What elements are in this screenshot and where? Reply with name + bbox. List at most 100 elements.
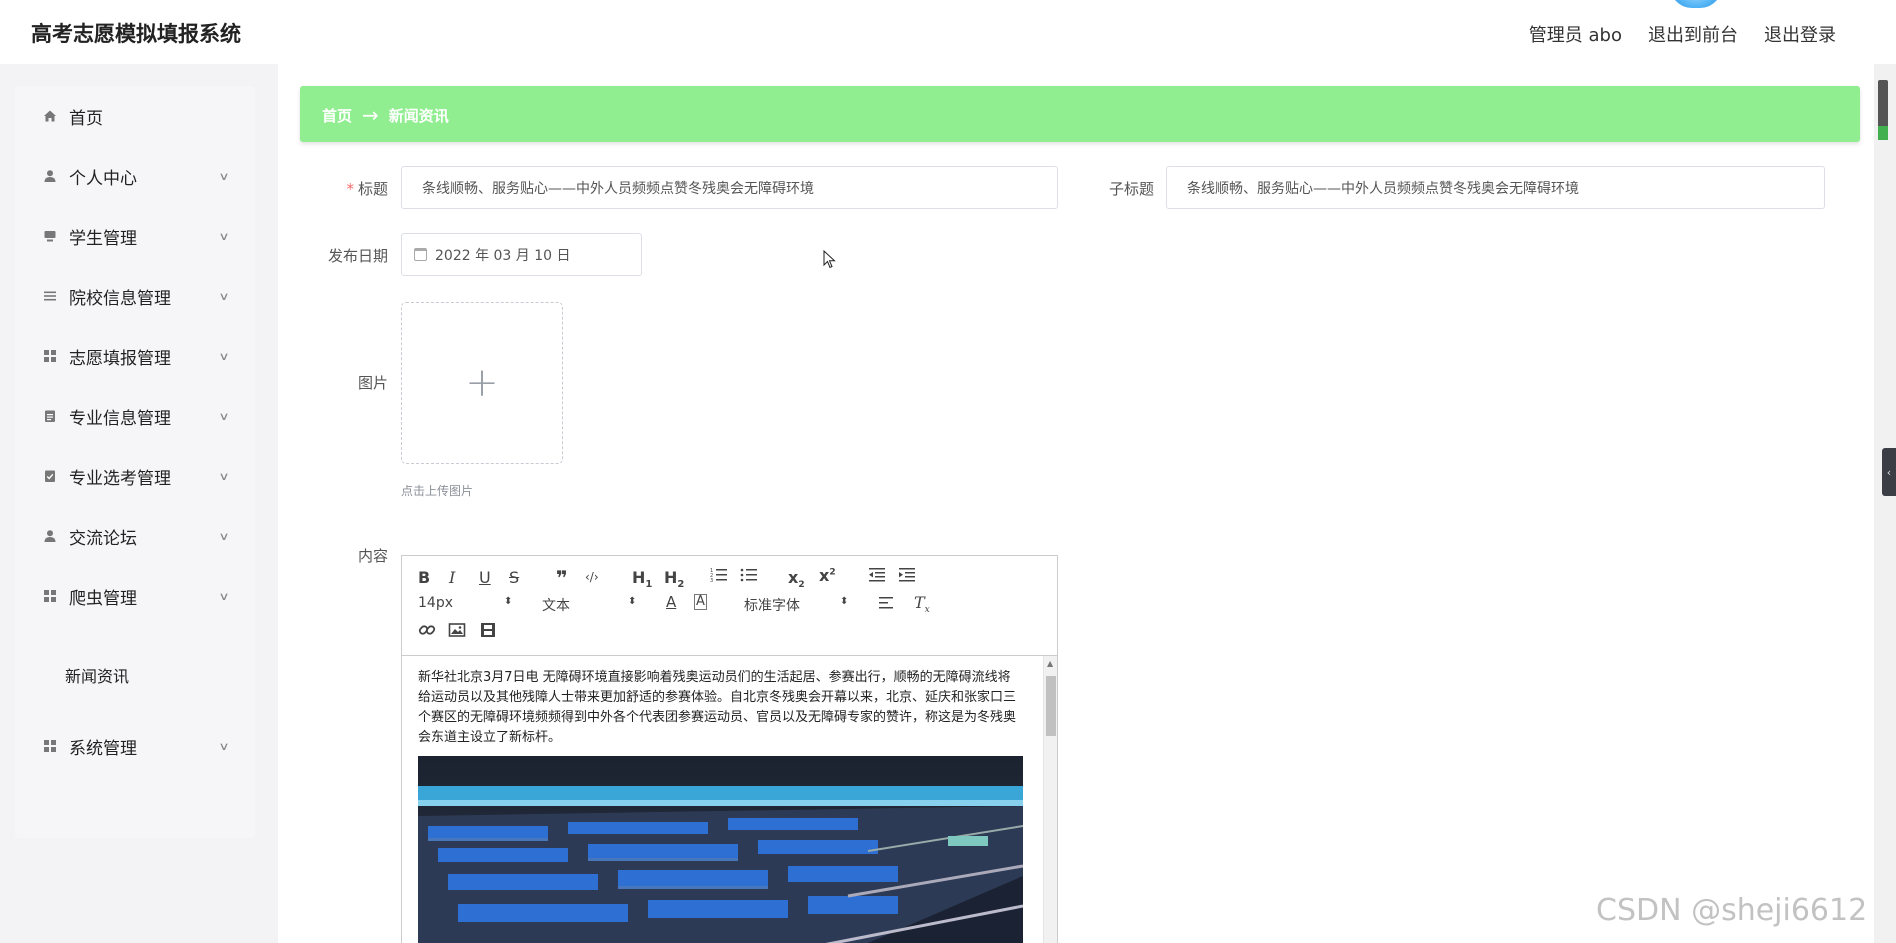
student-icon [42,228,58,244]
grid-icon [42,738,58,754]
chevron-down-icon: ∨ [218,409,230,423]
sidebar-item-crawler-management[interactable]: 爬虫管理 ∨ [15,566,255,626]
chevron-down-icon: ∨ [218,529,230,543]
chevron-down-icon: ∨ [218,469,230,483]
admin-user-label[interactable]: 管理员 abo [1529,21,1622,47]
sidebar-item-major-info[interactable]: 专业信息管理 ∨ [15,386,255,446]
strike-button[interactable]: S [509,568,519,587]
select-caret-icon: ⬍ [628,596,637,607]
sidebar-item-label: 学生管理 [69,228,137,249]
sidebar-item-system-management[interactable]: 系统管理 ∨ [15,716,255,776]
avatar[interactable] [1670,0,1722,8]
chevron-down-icon: ∨ [218,349,230,363]
page-scroll-accent [1878,126,1888,140]
upload-hint: 点击上传图片 [401,484,474,498]
sidebar-item-college-info[interactable]: 院校信息管理 ∨ [15,266,255,326]
image-upload-button[interactable]: + [401,302,563,464]
main-content: 首页 → 新闻资讯 * 标题 条线顺畅、服务贴心——中外人员频频点赞冬残奥会无障碍… [278,64,1874,943]
sidebar-item-label: 院校信息管理 [69,288,171,309]
bullet-list-icon[interactable] [740,566,758,588]
sidebar-item-label: 系统管理 [69,738,137,759]
sidebar-item-major-exam-selection[interactable]: 专业选考管理 ∨ [15,446,255,506]
editor-scroll-thumb[interactable] [1046,676,1056,736]
sidebar-item-label: 交流论坛 [69,528,137,549]
align-icon[interactable] [878,594,896,616]
video-insert-icon[interactable] [479,621,497,643]
top-header: 高考志愿模拟填报系统 管理员 abo 退出到前台 退出登录 [0,0,1896,64]
exit-to-frontend-link[interactable]: 退出到前台 [1648,21,1738,47]
header-links: 管理员 abo 退出到前台 退出登录 [1529,21,1836,47]
link-icon[interactable] [418,621,436,643]
editor-scrollbar[interactable]: ▲ [1043,656,1057,943]
paragraph-value: 文本 [542,598,570,614]
subtitle-label: 子标题 [1108,180,1154,198]
ordered-list-icon[interactable]: 123 [710,566,728,588]
subscript-button[interactable]: x2 [788,568,805,590]
clear-format-icon[interactable]: Tx [914,593,930,615]
home-icon [42,108,58,124]
blockquote-icon[interactable]: ❞ [556,566,568,590]
italic-button[interactable]: I [449,568,455,587]
sidebar-item-label: 首页 [69,108,103,129]
bold-button[interactable]: B [418,568,430,587]
clipboard-icon [42,408,58,424]
chevron-left-icon: ‹ [1886,465,1892,479]
sidebar-subitem-news[interactable]: 新闻资讯 [65,663,129,687]
app-title: 高考志愿模拟填报系统 [31,22,241,46]
sidebar-item-personal-center[interactable]: 个人中心 ∨ [15,146,255,206]
sidebar-item-label: 专业选考管理 [69,468,171,489]
heading2-button[interactable]: H2 [664,568,684,590]
chevron-down-icon: ∨ [218,169,230,183]
sidebar: 首页 个人中心 ∨ 学生管理 ∨ 院校信息管理 ∨ 志愿填报管理 ∨ 专业信息管… [0,64,278,943]
image-insert-icon[interactable] [448,621,466,643]
underline-button[interactable]: U [479,568,491,587]
breadcrumb-arrow-icon: → [362,103,379,127]
breadcrumb: 首页 → 新闻资讯 [300,86,1860,142]
page-scrollbar[interactable] [1874,64,1896,943]
font-family-select[interactable]: 标准字体 ⬍ [744,595,849,615]
outdent-icon[interactable] [868,566,886,588]
breadcrumb-home[interactable]: 首页 [322,105,352,126]
watermark: CSDN @sheji6612 [1596,893,1868,928]
font-color-icon[interactable]: A [666,593,676,611]
sidebar-item-forum[interactable]: 交流论坛 ∨ [15,506,255,566]
scroll-up-icon[interactable]: ▲ [1047,659,1053,668]
article-text: 新华社北京3月7日电 无障碍环境直接影响着残奥运动员们的生活起居、参赛出行，顺畅… [418,670,1017,745]
sidebar-item-label: 爬虫管理 [69,588,137,609]
title-label-text: 标题 [357,180,388,198]
sidebar-item-home[interactable]: 首页 [15,86,255,146]
chevron-down-icon: ∨ [218,589,230,603]
sidebar-item-label: 志愿填报管理 [69,348,171,369]
select-caret-icon: ⬍ [504,596,513,607]
article-image [418,756,1023,943]
image-label: 图片 [357,374,388,392]
chevron-down-icon: ∨ [218,739,230,753]
plus-icon: + [465,360,499,406]
paragraph-select[interactable]: 文本 ⬍ [542,595,637,615]
chevron-down-icon: ∨ [218,289,230,303]
heading1-button[interactable]: H1 [632,568,652,590]
subtitle-input[interactable]: 条线顺畅、服务贴心——中外人员频频点赞冬残奥会无障碍环境 [1166,166,1825,209]
date-picker[interactable]: 2022 年 03 月 10 日 [401,233,642,276]
rich-text-editor: B I U S ❞ ‹/› H1 H2 123 x2 x2 14px ⬍ 文本 … [401,555,1058,943]
grid-icon [42,348,58,364]
superscript-button[interactable]: x2 [819,566,836,585]
indent-icon[interactable] [898,566,916,588]
font-size-select[interactable]: 14px ⬍ [418,595,513,611]
clipboard-check-icon [42,468,58,484]
chevron-down-icon: ∨ [218,229,230,243]
content-label: 内容 [357,547,388,565]
title-input[interactable]: 条线顺畅、服务贴心——中外人员频频点赞冬残奥会无障碍环境 [401,166,1058,209]
sidebar-item-volunteer-management[interactable]: 志愿填报管理 ∨ [15,326,255,386]
font-size-value: 14px [418,595,453,611]
background-color-icon[interactable]: A [694,594,707,610]
breadcrumb-items: 首页 → 新闻资讯 [322,103,449,127]
logout-link[interactable]: 退出登录 [1764,21,1836,47]
code-block-icon[interactable]: ‹/› [585,570,599,584]
select-caret-icon: ⬍ [840,596,849,607]
date-value: 2022 年 03 月 10 日 [435,247,571,264]
sidebar-item-student-management[interactable]: 学生管理 ∨ [15,206,255,266]
side-collapse-tab[interactable]: ‹ [1882,448,1896,496]
editor-content[interactable]: 新华社北京3月7日电 无障碍环境直接影响着残奥运动员们的生活起居、参赛出行，顺畅… [402,656,1042,943]
mouse-cursor-icon [823,250,836,269]
